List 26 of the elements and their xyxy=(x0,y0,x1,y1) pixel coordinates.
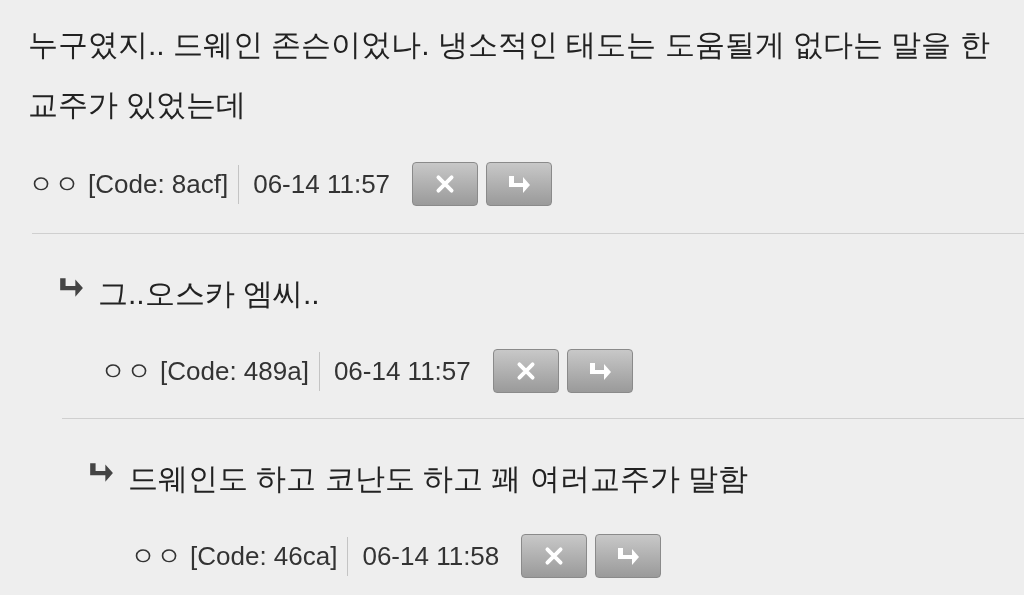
timestamp: 06-14 11:57 xyxy=(332,354,471,388)
reply-arrow-icon xyxy=(507,174,532,194)
close-icon xyxy=(434,173,457,195)
close-icon xyxy=(543,545,566,567)
timestamp: 06-14 11:58 xyxy=(361,539,500,573)
reply-arrow-icon xyxy=(587,361,612,381)
timestamp: 06-14 11:57 xyxy=(252,167,391,201)
delete-button[interactable] xyxy=(492,349,559,393)
user-code: [Code: 8acf] xyxy=(88,164,240,204)
reply-button[interactable] xyxy=(595,534,662,578)
reply-button[interactable] xyxy=(566,349,633,393)
reply-arrow-icon xyxy=(88,461,114,483)
user-code: [Code: 46ca] xyxy=(190,536,349,576)
close-icon xyxy=(514,360,537,382)
reply-arrow-icon xyxy=(58,276,84,298)
author-name: ㅇㅇ xyxy=(28,167,80,201)
comment-text: 누구였지.. 드웨인 존슨이었나. 냉소적인 태도는 도움될게 없다는 말을 한 교주가 있었는데 xyxy=(28,27,991,123)
delete-button[interactable] xyxy=(521,534,588,578)
comment-text: 드웨인도 하고 코난도 하고 꽤 여러교주가 말함 xyxy=(128,461,748,497)
reply-button[interactable] xyxy=(486,162,553,206)
reply-arrow-icon xyxy=(616,546,641,566)
author-name: ㅇㅇ xyxy=(100,354,152,388)
comment-text: 그..오스카 엠씨.. xyxy=(98,276,320,312)
user-code: [Code: 489a] xyxy=(160,351,320,391)
delete-button[interactable] xyxy=(412,162,479,206)
author-name: ㅇㅇ xyxy=(130,539,182,573)
